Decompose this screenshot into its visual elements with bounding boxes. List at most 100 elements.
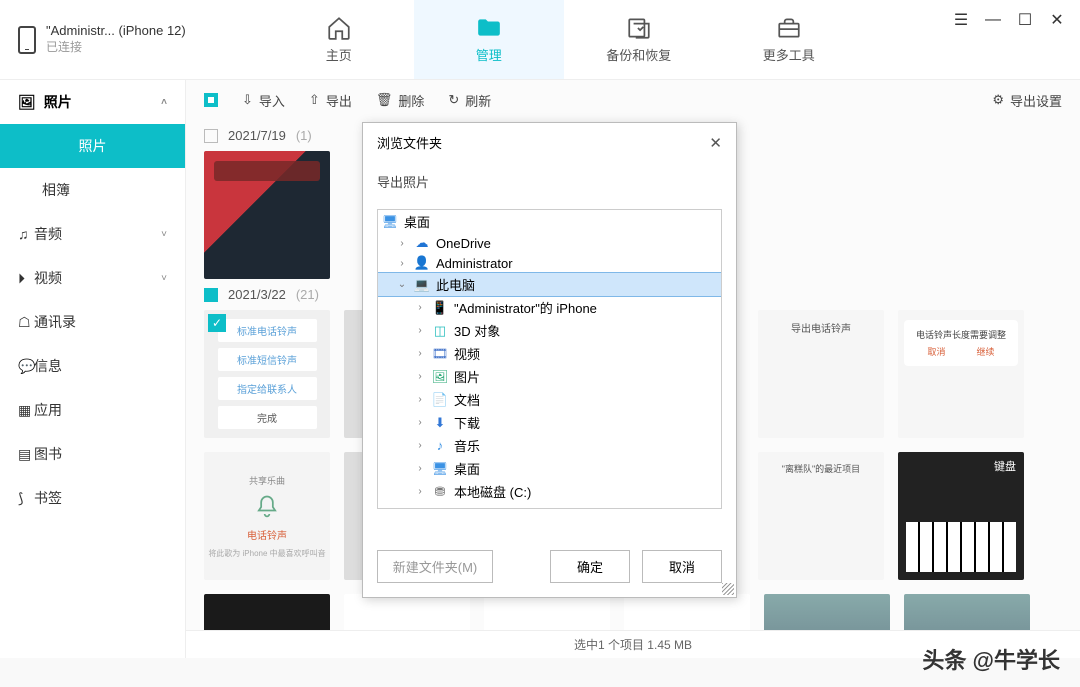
tab-backup[interactable]: 备份和恢复 xyxy=(564,0,714,79)
collapse-icon[interactable]: ⌄ xyxy=(396,279,408,290)
cancel-button[interactable]: 取消 xyxy=(642,550,722,583)
date-checkbox[interactable] xyxy=(204,288,218,302)
expand-icon[interactable]: › xyxy=(396,258,408,269)
photo-tile[interactable]: 导出电话铃声 xyxy=(758,310,884,438)
tree-node-desktop[interactable]: ›🖥桌面 xyxy=(378,457,721,480)
sidebar-item-albums[interactable]: 相簿 xyxy=(0,168,185,212)
tree-node-admin[interactable]: ›👤Administrator xyxy=(378,253,721,273)
cube-icon: ◫ xyxy=(432,323,448,339)
home-icon xyxy=(326,15,352,41)
expand-icon[interactable]: › xyxy=(414,302,426,313)
sidebar-item-video[interactable]: ⏵视频˅ xyxy=(0,256,185,300)
desktop-icon: 🖥 xyxy=(432,461,448,477)
selected-icon: ✓ xyxy=(208,314,226,332)
ok-button[interactable]: 确定 xyxy=(550,550,630,583)
delete-button[interactable]: 🗑删除 xyxy=(376,91,425,110)
sidebar-item-bookmarks[interactable]: ⟆书签 xyxy=(0,476,185,520)
export-button[interactable]: ⇧导出 xyxy=(309,91,352,110)
new-folder-button[interactable]: 新建文件夹(M) xyxy=(377,550,493,583)
disk-icon: ⛃ xyxy=(432,507,448,510)
tree-node-3d[interactable]: ›◫3D 对象 xyxy=(378,319,721,342)
dialog-close-icon[interactable]: ✕ xyxy=(709,134,722,152)
expand-icon[interactable]: › xyxy=(414,348,426,359)
photo-tile[interactable]: 共享乐曲 电话铃声 将此歌为 iPhone 中最喜欢呼叫音 xyxy=(204,452,330,580)
trash-icon: 🗑 xyxy=(376,92,393,108)
date-label: 2021/3/22 xyxy=(228,287,286,302)
chevron-up-icon: ˄ xyxy=(161,97,167,108)
import-button[interactable]: ⇩导入 xyxy=(242,91,285,110)
bell-icon xyxy=(253,493,281,521)
date-checkbox[interactable] xyxy=(204,129,218,143)
refresh-button[interactable]: ↻刷新 xyxy=(448,91,491,110)
photo-tile[interactable] xyxy=(204,151,330,279)
tab-manage[interactable]: 管理 xyxy=(414,0,564,79)
expand-icon[interactable]: › xyxy=(396,238,408,249)
sidebar-item-apps[interactable]: ▦应用 xyxy=(0,388,185,432)
status-text: 选中1 个项目 1.45 MB xyxy=(574,636,692,653)
tree-node-videos[interactable]: ›🎞视频 xyxy=(378,342,721,365)
photo-tile[interactable]: ✓ 标准电话铃声 标准短信铃声 指定给联系人 完成 xyxy=(204,310,330,438)
tab-home[interactable]: 主页 xyxy=(264,0,414,79)
tree-node-desktop-root[interactable]: 🖥桌面 xyxy=(378,210,721,233)
folder-tree[interactable]: 🖥桌面 ›☁OneDrive ›👤Administrator ⌄💻此电脑 ›📱"… xyxy=(377,209,722,509)
device-name: "Administr... (iPhone 12) xyxy=(46,23,186,40)
photo-tile[interactable]: 电话铃声长度需要调整 取消 继续 xyxy=(898,310,1024,438)
tree-node-docs[interactable]: ›📄文档 xyxy=(378,388,721,411)
expand-icon[interactable]: › xyxy=(414,463,426,474)
expand-icon[interactable]: › xyxy=(414,371,426,382)
tree-node-onedrive[interactable]: ›☁OneDrive xyxy=(378,233,721,253)
message-icon: 💬 xyxy=(18,358,34,375)
backup-icon xyxy=(626,15,652,41)
folder-icon xyxy=(476,15,502,41)
toolbar: ⇩导入 ⇧导出 🗑删除 ↻刷新 ⚙导出设置 xyxy=(186,80,1080,120)
sidebar: 🖼照片 ˄ 照片 相簿 ♫音频˅ ⏵视频˅ ☖通讯录 💬信息 ▦应用 ▤图书 ⟆… xyxy=(0,80,186,658)
sidebar-section-photos[interactable]: 🖼照片 ˄ xyxy=(0,80,185,124)
select-all-checkbox[interactable] xyxy=(204,93,218,107)
sidebar-item-photos[interactable]: 照片 xyxy=(0,124,185,168)
disk-icon: ⛃ xyxy=(432,484,448,500)
music-icon: ♫ xyxy=(18,226,34,242)
sidebar-item-audio[interactable]: ♫音频˅ xyxy=(0,212,185,256)
photo-tile[interactable] xyxy=(344,452,364,580)
dialog-buttons: 新建文件夹(M) 确定 取消 xyxy=(363,536,736,597)
tree-node-iphone[interactable]: ›📱"Administrator"的 iPhone xyxy=(378,296,721,319)
phone-icon xyxy=(18,26,36,54)
document-icon: 📄 xyxy=(432,392,448,408)
tree-node-music[interactable]: ›♪音乐 xyxy=(378,434,721,457)
tree-node-thispc[interactable]: ⌄💻此电脑 xyxy=(378,273,721,296)
close-icon[interactable]: ✕ xyxy=(1048,10,1066,30)
nav-tabs: 主页 管理 备份和恢复 更多工具 xyxy=(264,0,864,79)
resize-grip-icon[interactable] xyxy=(722,583,734,595)
photo-tile[interactable]: 键盘 xyxy=(898,452,1024,580)
export-icon: ⇧ xyxy=(309,92,320,108)
toolbox-icon xyxy=(776,15,802,41)
sidebar-item-books[interactable]: ▤图书 xyxy=(0,432,185,476)
video-icon: 🎞 xyxy=(432,346,448,362)
menu-icon[interactable]: ☰ xyxy=(952,10,970,30)
sidebar-item-messages[interactable]: 💬信息 xyxy=(0,344,185,388)
browse-folder-dialog: 浏览文件夹 ✕ 导出照片 🖥桌面 ›☁OneDrive ›👤Administra… xyxy=(362,122,737,598)
maximize-icon[interactable]: ☐ xyxy=(1016,10,1034,30)
tree-node-downloads[interactable]: ›⬇下载 xyxy=(378,411,721,434)
tree-node-diskd[interactable]: ›⛃本地磁盘 (D:) xyxy=(378,503,721,509)
photo-tile[interactable]: "离糕队"的最近项目 xyxy=(758,452,884,580)
desktop-icon: 🖥 xyxy=(382,214,398,230)
expand-icon[interactable]: › xyxy=(414,417,426,428)
expand-icon[interactable]: › xyxy=(414,325,426,336)
expand-icon[interactable]: › xyxy=(414,394,426,405)
expand-icon[interactable]: › xyxy=(414,440,426,451)
photo-tile[interactable] xyxy=(344,310,364,438)
minimize-icon[interactable]: — xyxy=(984,11,1002,29)
date-count: (21) xyxy=(296,287,319,302)
tab-more[interactable]: 更多工具 xyxy=(714,0,864,79)
expand-icon[interactable]: › xyxy=(414,486,426,497)
export-settings-button[interactable]: ⚙导出设置 xyxy=(992,91,1062,110)
download-icon: ⬇ xyxy=(432,415,448,431)
sidebar-item-contacts[interactable]: ☖通讯录 xyxy=(0,300,185,344)
cloud-icon: ☁ xyxy=(414,235,430,251)
dialog-subtitle: 导出照片 xyxy=(363,162,736,209)
tree-node-pictures[interactable]: ›🖼图片 xyxy=(378,365,721,388)
device-text: "Administr... (iPhone 12) 已连接 xyxy=(46,23,186,55)
contact-icon: ☖ xyxy=(18,314,34,331)
tree-node-diskc[interactable]: ›⛃本地磁盘 (C:) xyxy=(378,480,721,503)
